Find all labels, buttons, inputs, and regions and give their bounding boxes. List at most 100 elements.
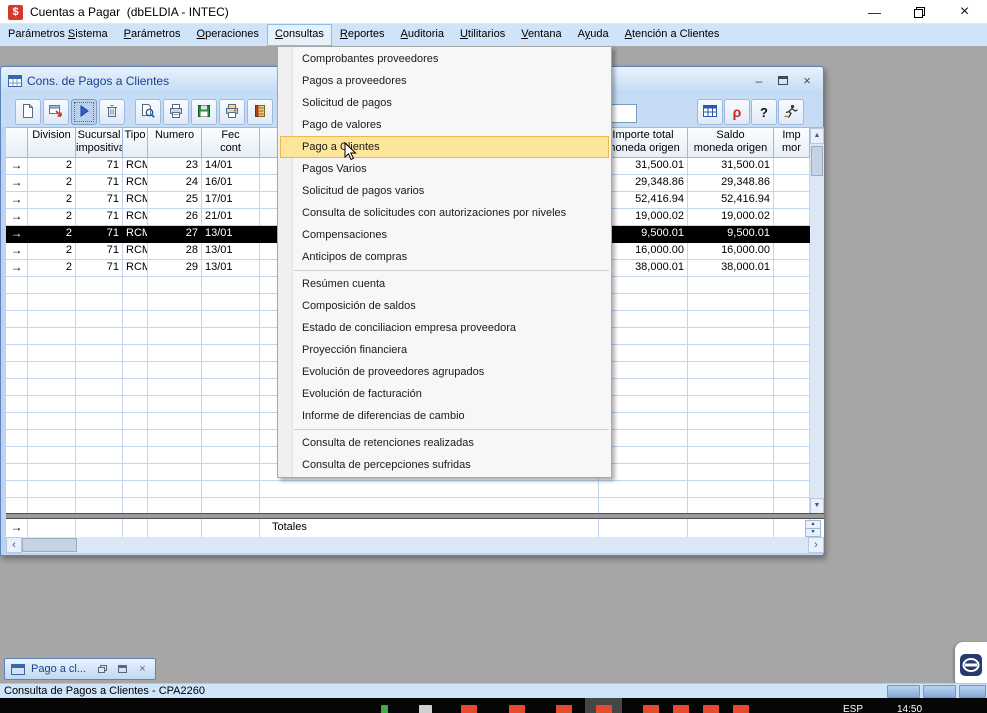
menu-item-res-men-cuenta[interactable]: Resúmen cuenta [278, 273, 611, 295]
menu-item-consulta-de-solicitudes-con-autorizaciones-por-niveles[interactable]: Consulta de solicitudes con autorizacion… [278, 202, 611, 224]
scroll-right-button[interactable]: › [808, 537, 824, 553]
mini-restore-button[interactable] [94, 662, 111, 676]
menu-item-comprobantes-proveedores[interactable]: Comprobantes proveedores [278, 48, 611, 70]
cell-marker [6, 396, 28, 413]
app-icon: $ [8, 5, 23, 20]
delete-button[interactable] [99, 99, 125, 125]
menu-item-solicitud-de-pagos[interactable]: Solicitud de pagos [278, 92, 611, 114]
notebook-button[interactable] [247, 99, 273, 125]
cell-marker [6, 311, 28, 328]
mouse-cursor [344, 142, 358, 162]
cell-division [28, 464, 76, 481]
menu-item-consulta-de-retenciones-realizadas[interactable]: Consulta de retenciones realizadas [278, 432, 611, 454]
print-icon [168, 103, 184, 122]
exit-button[interactable] [778, 99, 804, 125]
child-minimize-button[interactable]: – [749, 73, 769, 88]
menu-item-evoluci-n-de-facturaci-n[interactable]: Evolución de facturación [278, 383, 611, 405]
menu-item-composici-n-de-saldos[interactable]: Composición de saldos [278, 295, 611, 317]
cell-division [28, 396, 76, 413]
properties-button[interactable] [43, 99, 69, 125]
minimize-button[interactable]: — [852, 0, 897, 24]
menu-item-pagos-varios[interactable]: Pagos Varios [278, 158, 611, 180]
row-marker-icon: → [11, 260, 23, 274]
row-marker-icon: → [11, 243, 23, 257]
menubar-item-auditoria[interactable]: Auditoria [393, 24, 452, 46]
cell-marker [6, 413, 28, 430]
teamviewer-handle[interactable] [955, 642, 987, 688]
menubar-item-atenci-n-a-clientes[interactable]: Atención a Clientes [617, 24, 728, 46]
scroll-up-button[interactable]: ▲ [810, 128, 824, 144]
tray-language[interactable]: ESP [843, 701, 863, 713]
menu-item-pagos-a-proveedores[interactable]: Pagos a proveedores [278, 70, 611, 92]
minimized-window[interactable]: Pago a cl... × [4, 658, 156, 680]
cell-marker: → [6, 158, 28, 175]
taskbar-icon[interactable] [419, 705, 432, 713]
vertical-scrollbar[interactable]: ▲ ▼ [810, 128, 824, 514]
column-header-importe: Importe totalmoneda origen [599, 128, 688, 158]
menu-item-pago-de-valores[interactable]: Pago de valores [278, 114, 611, 136]
menubar-item-consultas[interactable]: Consultas [267, 24, 332, 46]
menu-item-proyecci-n-financiera[interactable]: Proyección financiera [278, 339, 611, 361]
cell-sucursal: 71 [76, 226, 123, 243]
menu-item-anticipos-de-compras[interactable]: Anticipos de compras [278, 246, 611, 268]
child-restore-button[interactable] [773, 73, 793, 88]
mini-maximize-button[interactable] [114, 662, 131, 676]
properties-icon [48, 103, 64, 122]
row-marker-icon: → [11, 226, 23, 240]
scroll-left-button[interactable]: ‹ [6, 537, 22, 553]
row-marker-icon: → [11, 158, 23, 172]
menu-item-consulta-de-percepciones-sufridas[interactable]: Consulta de percepciones sufridas [278, 454, 611, 476]
cell-filler [260, 481, 599, 498]
cell-fecha [202, 362, 260, 379]
menubar-item-utilitarios[interactable]: Utilitarios [452, 24, 513, 46]
menubar-item-ventana[interactable]: Ventana [513, 24, 569, 46]
menu-item-estado-de-conciliacion-empresa-proveedora[interactable]: Estado de conciliacion empresa proveedor… [278, 317, 611, 339]
taskbar-icon[interactable] [673, 705, 689, 713]
help-button[interactable]: ? [751, 99, 777, 125]
taskbar-icon[interactable] [556, 705, 572, 713]
row-marker-icon: → [11, 209, 23, 223]
menu-item-informe-de-diferencias-de-cambio[interactable]: Informe de diferencias de cambio [278, 405, 611, 427]
table-row[interactable] [6, 498, 810, 513]
horizontal-scrollbar[interactable]: ‹ › [6, 537, 824, 553]
menu-item-compensaciones[interactable]: Compensaciones [278, 224, 611, 246]
menubar-item-par-metros[interactable]: Parámetros [116, 24, 189, 46]
menubar-item-operaciones[interactable]: Operaciones [189, 24, 267, 46]
totals-spinner[interactable]: ▲ ▼ [805, 520, 821, 537]
save-button[interactable] [191, 99, 217, 125]
taskbar-icon[interactable] [643, 705, 659, 713]
menu-item-pago-a-clientes[interactable]: Pago a Clientes [280, 136, 609, 158]
menubar-item-ayuda[interactable]: Ayuda [570, 24, 617, 46]
cell-numero [148, 447, 202, 464]
grid-window-icon [8, 75, 22, 90]
taskbar-icon[interactable] [509, 705, 525, 713]
run-button[interactable] [71, 99, 97, 125]
taskbar-icon[interactable] [703, 705, 719, 713]
red-pointer-button[interactable]: ρ [724, 99, 750, 125]
taskbar-icon[interactable] [596, 705, 612, 713]
child-close-button[interactable]: × [797, 73, 817, 88]
cell-importe [599, 498, 688, 513]
menubar-item-par-metros-sistema[interactable]: Parámetros Sistema [0, 24, 116, 46]
restore-button[interactable] [897, 0, 942, 24]
vscroll-thumb[interactable] [811, 146, 823, 176]
close-button[interactable]: × [942, 0, 987, 24]
taskbar-icon[interactable] [381, 705, 388, 713]
tray-clock[interactable]: 14:50 [897, 701, 922, 713]
cell-sucursal [76, 379, 123, 396]
table-button[interactable] [697, 99, 723, 125]
print-color-button[interactable] [219, 99, 245, 125]
new-document-button[interactable] [15, 99, 41, 125]
print-button[interactable] [163, 99, 189, 125]
taskbar-icon[interactable] [461, 705, 477, 713]
menu-item-evoluci-n-de-proveedores-agrupados[interactable]: Evolución de proveedores agrupados [278, 361, 611, 383]
hscroll-thumb[interactable] [22, 538, 77, 552]
mini-close-button[interactable]: × [134, 662, 151, 676]
taskbar-icon[interactable] [733, 705, 749, 713]
preview-button[interactable] [135, 99, 161, 125]
table-row[interactable] [6, 481, 810, 498]
scroll-down-button[interactable]: ▼ [810, 498, 824, 514]
menubar-item-reportes[interactable]: Reportes [332, 24, 393, 46]
menu-item-solicitud-de-pagos-varios[interactable]: Solicitud de pagos varios [278, 180, 611, 202]
cell-fecha [202, 345, 260, 362]
